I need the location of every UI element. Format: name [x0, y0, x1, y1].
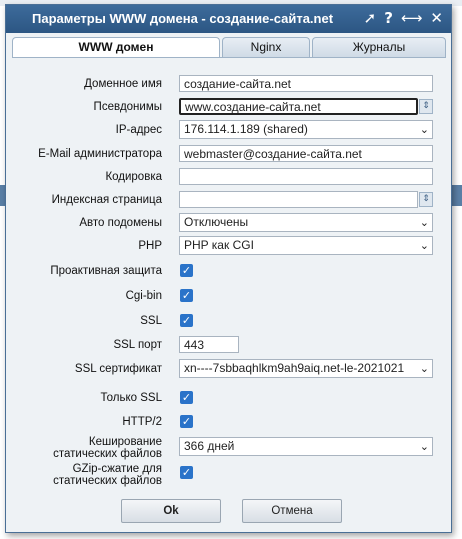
php-select[interactable]: PHP как CGI ⌄	[179, 236, 433, 255]
http2-checkbox[interactable]: ✓	[180, 415, 193, 428]
ssl-label: SSL	[140, 315, 162, 327]
form-panel: Доменное имя создание-сайта.net Псевдони…	[12, 58, 444, 523]
tab-bar: WWW домен Nginx Журналы	[12, 37, 446, 58]
close-icon[interactable]: ✕	[430, 9, 443, 27]
ssl-port-field[interactable]: 443	[179, 336, 239, 353]
index-page-field[interactable]	[179, 191, 418, 208]
cgi-bin-label: Cgi-bin	[125, 290, 162, 302]
aliases-field[interactable]: www.создание-сайта.net	[179, 98, 418, 115]
cancel-button[interactable]: Отмена	[242, 499, 342, 523]
chevron-down-icon: ⌄	[419, 440, 429, 453]
index-page-expand-icon[interactable]: ⇕	[419, 192, 433, 207]
auto-subdomains-label: Авто подомены	[79, 217, 162, 229]
auto-subdomains-select[interactable]: Отключены ⌄	[179, 213, 433, 232]
auto-subdomains-value: Отключены	[184, 215, 249, 229]
encoding-label: Кодировка	[105, 171, 162, 183]
ip-select[interactable]: 176.114.1.189 (shared) ⌄	[179, 120, 433, 139]
help-icon[interactable]: ?	[384, 9, 393, 27]
tab-nginx[interactable]: Nginx	[222, 37, 310, 57]
proactive-label: Проактивная защита	[50, 265, 162, 277]
ssl-port-label: SSL порт	[113, 339, 162, 351]
tab-logs[interactable]: Журналы	[312, 37, 446, 57]
www-domain-settings-dialog: Параметры WWW домена - создание-сайта.ne…	[5, 4, 452, 533]
aliases-expand-icon[interactable]: ⇕	[419, 99, 433, 114]
chevron-down-icon: ⌄	[419, 216, 429, 229]
gzip-label-line2: статических файлов	[53, 475, 162, 487]
chevron-down-icon: ⌄	[419, 239, 429, 252]
php-label: PHP	[138, 240, 162, 252]
titlebar-icons: ➚ ? ⟷ ✕	[364, 9, 443, 27]
ip-value: 176.114.1.189 (shared)	[184, 122, 308, 136]
email-label: E-Mail администратора	[38, 148, 162, 160]
email-field[interactable]: webmaster@создание-сайта.net	[179, 145, 433, 162]
dialog-title: Параметры WWW домена - создание-сайта.ne…	[32, 11, 334, 26]
ssl-checkbox[interactable]: ✓	[180, 314, 193, 327]
static-cache-value: 366 дней	[184, 439, 235, 453]
http2-label: HTTP/2	[122, 416, 162, 428]
aliases-label: Псевдонимы	[93, 101, 162, 113]
ssl-cert-label: SSL сертификат	[74, 363, 162, 375]
index-page-label: Индексная страница	[51, 194, 162, 206]
ssl-cert-select[interactable]: xn----7sbbaqhlkm9ah9aiq.net-le-2021021 ⌄	[179, 359, 433, 378]
chevron-down-icon: ⌄	[419, 123, 429, 136]
pin-icon[interactable]: ➚	[364, 9, 377, 27]
static-cache-label-line2: статических файлов	[53, 448, 162, 460]
gzip-checkbox[interactable]: ✓	[180, 466, 193, 479]
proactive-checkbox[interactable]: ✓	[180, 264, 193, 277]
cgi-bin-checkbox[interactable]: ✓	[180, 289, 193, 302]
chevron-down-icon: ⌄	[419, 362, 429, 375]
dialog-titlebar[interactable]: Параметры WWW домена - создание-сайта.ne…	[6, 5, 451, 33]
ip-label: IP-адрес	[115, 124, 162, 136]
encoding-field[interactable]	[179, 168, 433, 185]
domain-name-label: Доменное имя	[84, 78, 162, 90]
tab-www-domain[interactable]: WWW домен	[12, 37, 220, 58]
ssl-cert-value: xn----7sbbaqhlkm9ah9aiq.net-le-2021021	[184, 361, 405, 375]
resize-icon[interactable]: ⟷	[401, 9, 423, 27]
ssl-only-label: Только SSL	[100, 392, 162, 404]
static-cache-select[interactable]: 366 дней ⌄	[179, 437, 433, 456]
ssl-only-checkbox[interactable]: ✓	[180, 391, 193, 404]
domain-name-field[interactable]: создание-сайта.net	[179, 75, 433, 92]
ok-button[interactable]: Ok	[121, 499, 221, 523]
php-value: PHP как CGI	[184, 238, 254, 252]
